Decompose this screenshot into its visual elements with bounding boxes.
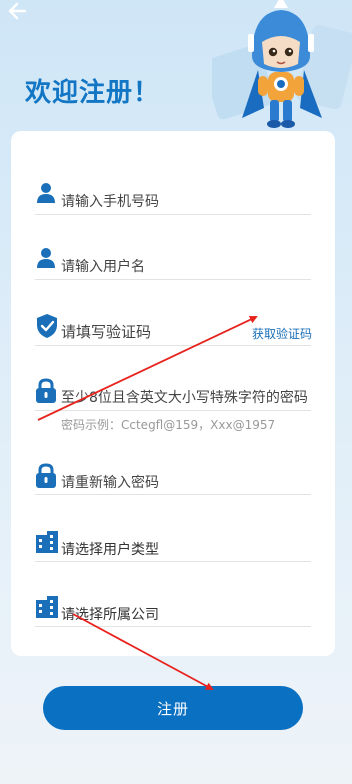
lock-icon (36, 378, 56, 403)
get-code-button[interactable]: 获取验证码 (252, 325, 312, 342)
phone-field[interactable]: 请输入手机号码 (35, 183, 311, 215)
user-type-placeholder: 请选择用户类型 (61, 542, 159, 558)
username-field[interactable]: 请输入用户名 (35, 248, 311, 280)
back-button[interactable] (6, 0, 30, 22)
username-placeholder: 请输入用户名 (61, 259, 145, 275)
user-type-select[interactable]: 请选择用户类型 (35, 531, 311, 562)
company-select[interactable]: 请选择所属公司 (35, 596, 311, 627)
password-hint: 密码示例：Cctegfl@159，Xxx@1957 (61, 418, 276, 432)
confirm-password-placeholder: 请重新输入密码 (61, 475, 159, 491)
password-placeholder: 至少8位且含英文大小写特殊字符的密码 (61, 390, 308, 406)
code-field-underline (245, 345, 311, 346)
password-field[interactable]: 至少8位且含英文大小写特殊字符的密码 (35, 378, 311, 411)
confirm-password-field[interactable]: 请重新输入密码 (35, 463, 311, 495)
user-icon (37, 183, 55, 203)
mascot-illustration (212, 0, 352, 128)
shield-check-icon (37, 314, 57, 338)
phone-placeholder: 请输入手机号码 (61, 194, 159, 210)
company-placeholder: 请选择所属公司 (61, 607, 159, 623)
page-title: 欢迎注册！ (25, 78, 161, 108)
code-placeholder: 请填写验证码 (61, 323, 152, 341)
building-icon (36, 531, 58, 553)
register-button[interactable]: 注册 (43, 686, 303, 730)
lock-icon (36, 463, 56, 488)
building-icon (36, 596, 58, 618)
back-arrow-icon (8, 2, 27, 20)
user-icon (37, 248, 55, 268)
verification-code-field[interactable]: 请填写验证码 (35, 313, 245, 346)
